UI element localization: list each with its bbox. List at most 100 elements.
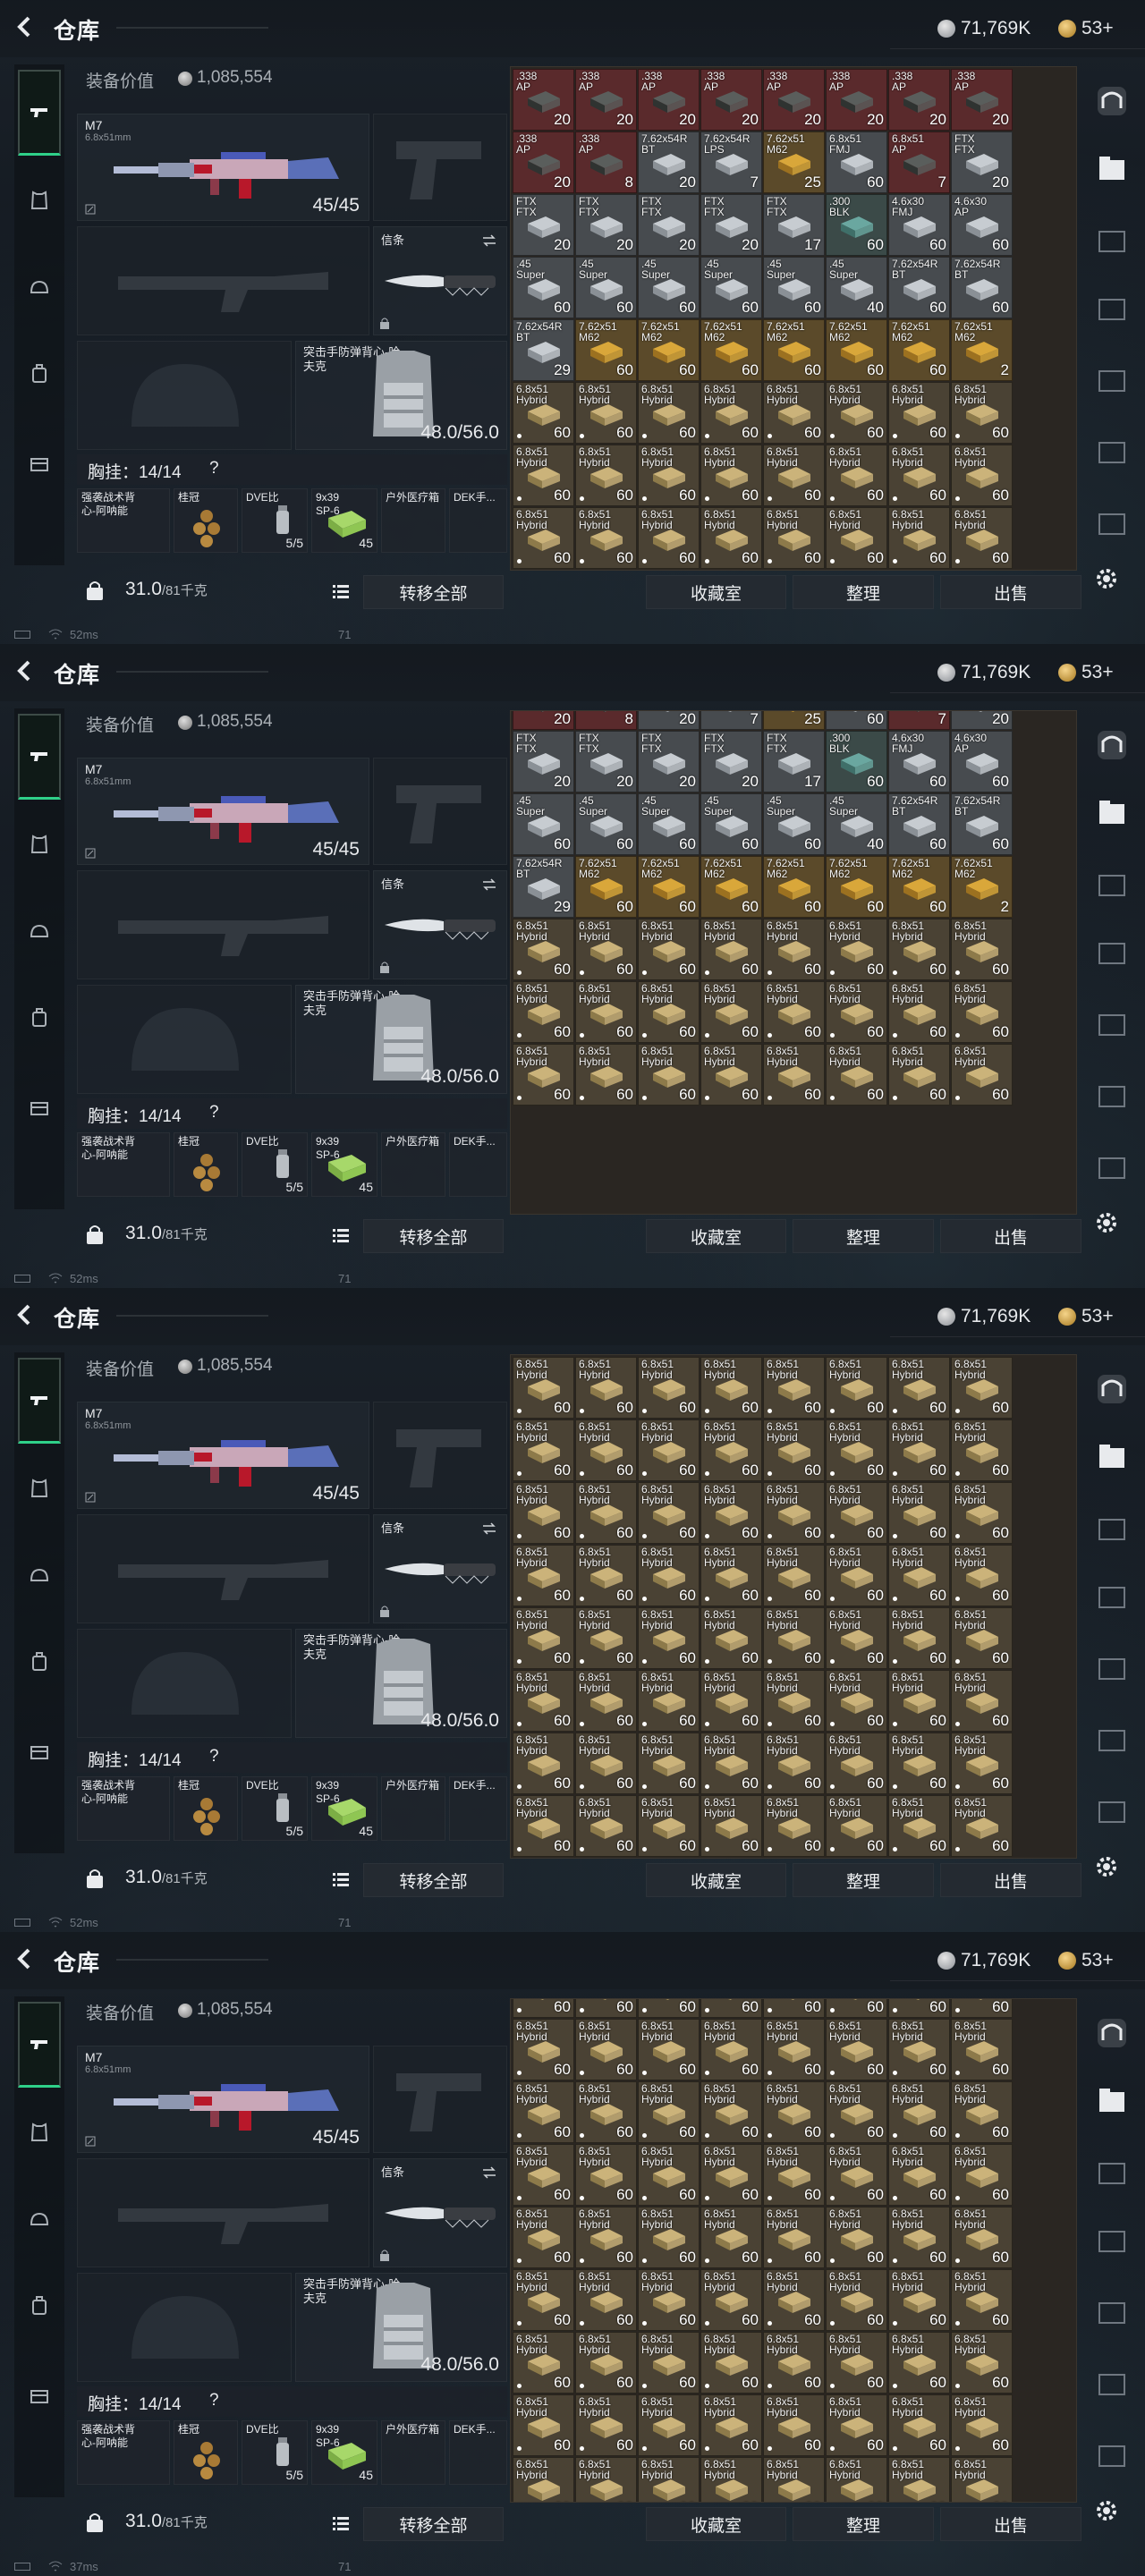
inventory-cell[interactable]: 6.8x51 Hybrid60 (513, 2144, 574, 2206)
nav-stash-tab-2[interactable] (1090, 147, 1134, 191)
inventory-cell[interactable]: 6.8x51 Hybrid60 (826, 1044, 887, 1106)
inventory-cell[interactable]: 6.8x51 Hybrid60 (763, 1482, 825, 1544)
inventory-cell[interactable]: 6.8x51 Hybrid60 (888, 2019, 950, 2080)
inventory-cell[interactable]: 6.8x51 Hybrid60 (638, 1419, 700, 1481)
inventory-cell[interactable]: FTX FTX20 (700, 731, 762, 792)
nav-storage[interactable] (18, 442, 61, 485)
inventory-cell[interactable]: 6.8x51 Hybrid60 (700, 1858, 762, 1859)
inventory-cell[interactable]: 6.8x51 Hybrid60 (951, 1607, 1013, 1669)
inventory-cell[interactable]: 6.8x51 Hybrid60 (513, 445, 574, 506)
nav-stash-tab-1[interactable] (1090, 2011, 1134, 2055)
inventory-cell[interactable]: .338 AP 20 (888, 69, 950, 131)
rig-slot[interactable]: DVE比 5/5 (242, 1776, 308, 1841)
inventory-cell[interactable]: 6.8x51 Hybrid60 (763, 1607, 825, 1669)
inventory-cell[interactable]: 6.8x51 Hybrid60 (951, 1670, 1013, 1732)
armor-slot[interactable]: 突击手防弹背心-哈夫克 48.0/56.0 (295, 985, 507, 1094)
inventory-cell[interactable]: 6.8x51 Hybrid60 (951, 445, 1013, 506)
nav-weapons[interactable] (18, 714, 61, 800)
nav-weapons[interactable] (18, 1358, 61, 1444)
secondary-weapon-slot[interactable] (77, 2158, 369, 2267)
inventory-cell[interactable]: 6.8x51 Hybrid60 (513, 1858, 574, 1859)
inventory-cell[interactable]: 6.8x51 Hybrid60 (951, 1419, 1013, 1481)
inventory-cell[interactable]: 6.8x51 Hybrid60 (763, 2269, 825, 2331)
inventory-cell[interactable]: 6.8x51 Hybrid60 (951, 2207, 1013, 2268)
inventory-cell[interactable]: 6.8x51 Hybrid60 (513, 1545, 574, 1606)
pistol-slot[interactable] (373, 758, 507, 865)
nav-helmet[interactable] (18, 2199, 61, 2241)
vault-button[interactable]: 收藏室 (646, 1863, 786, 1897)
inventory-cell[interactable]: 6.8x51 Hybrid60 (826, 445, 887, 506)
inventory-cell[interactable]: 6.8x51 Hybrid60 (888, 1733, 950, 1794)
inventory-cell[interactable]: 6.8x51 Hybrid60 (888, 382, 950, 444)
inventory-cell[interactable]: 7.62x51 M62 60 (826, 319, 887, 381)
inventory-cell[interactable]: 6.8x51 Hybrid60 (700, 507, 762, 569)
inventory-cell[interactable]: FTX FTX 17 (763, 194, 825, 256)
pistol-slot[interactable] (373, 114, 507, 221)
inventory-cell[interactable]: 6.8x51 Hybrid60 (638, 919, 700, 980)
inventory-cell[interactable]: 6.8x51 Hybrid60 (826, 507, 887, 569)
gold-balance[interactable]: 53+ (1058, 16, 1114, 41)
inventory-cell[interactable]: 4.6x30 AP 60 (951, 731, 1013, 792)
inventory-cell[interactable]: 6.8x51 Hybrid60 (763, 1733, 825, 1794)
inventory-cell[interactable]: 6.8x51 Hybrid60 (700, 445, 762, 506)
list-icon[interactable] (331, 2513, 351, 2533)
inventory-cell[interactable]: .45 Super 60 (700, 793, 762, 855)
rig-slot[interactable]: 强袭战术背心-阿呐能 (77, 1776, 170, 1841)
helmet-slot[interactable] (77, 341, 292, 450)
inventory-cell[interactable]: 6.8x51 Hybrid60 (700, 1545, 762, 1606)
inventory-cell[interactable]: 6.8x51 Hybrid60 (513, 2457, 574, 2502)
inventory-cell[interactable]: FTX FTX20 (951, 711, 1013, 730)
inventory-cell[interactable]: 6.8x51 Hybrid60 (575, 981, 637, 1043)
melee-slot[interactable]: 信条 (373, 870, 507, 979)
back-arrow-icon[interactable] (13, 1302, 38, 1327)
inventory-cell[interactable]: FTX FTX20 (638, 194, 700, 256)
inventory-cell[interactable]: 6.8x51 Hybrid60 (513, 2019, 574, 2080)
inventory-cell[interactable]: 6.8x51 Hybrid60 (575, 1419, 637, 1481)
inventory-cell[interactable]: 6.8x51 Hybrid60 (513, 2332, 574, 2394)
rig-slot[interactable]: 强袭战术背心-阿呐能 (77, 488, 170, 553)
inventory-cell[interactable]: .45 Super 40 (826, 793, 887, 855)
inventory-cell[interactable]: 6.8x51 Hybrid60 (700, 919, 762, 980)
inventory-cell[interactable]: 6.8x51 Hybrid60 (888, 1607, 950, 1669)
inventory-cell[interactable]: 6.8x51 Hybrid60 (763, 2207, 825, 2268)
inventory-cell[interactable]: 6.8x51 Hybrid60 (575, 2394, 637, 2456)
secondary-weapon-slot[interactable] (77, 226, 369, 335)
inventory-cell[interactable]: 6.8x51 Hybrid60 (763, 919, 825, 980)
inventory-cell[interactable]: 6.8x51 Hybrid60 (951, 919, 1013, 980)
inventory-cell[interactable]: 6.8x51 Hybrid60 (888, 2207, 950, 2268)
inventory-cell[interactable]: 6.8x51 Hybrid60 (638, 1357, 700, 1419)
inventory-cell[interactable]: 6.8x51 Hybrid60 (826, 981, 887, 1043)
inventory-cell[interactable]: 6.8x51 Hybrid60 (700, 382, 762, 444)
inventory-cell[interactable]: 7.62x54R BT 60 (951, 257, 1013, 318)
list-icon[interactable] (331, 1225, 351, 1245)
inventory-cell[interactable]: 4.6x30 FMJ 60 (888, 731, 950, 792)
inventory-cell[interactable]: 6.8x51 Hybrid60 (575, 1357, 637, 1419)
inventory-cell[interactable]: 6.8x51 Hybrid60 (763, 2144, 825, 2206)
inventory-cell[interactable]: .338 AP 20 (951, 69, 1013, 131)
inventory-cell[interactable]: 7.62x51 M62 60 (700, 319, 762, 381)
nav-weapons[interactable] (18, 70, 61, 156)
primary-weapon-slot[interactable]: M7 6.8x51mm 45/45 (77, 114, 369, 221)
nav-stash-tab-1[interactable] (1090, 79, 1134, 123)
inventory-cell[interactable]: 6.8x51 Hybrid60 (763, 1419, 825, 1481)
rig-slot[interactable]: 户外医疗箱 (381, 2420, 445, 2485)
rig-slot[interactable]: 9x39 SP-6 45 (311, 1776, 377, 1841)
nav-stash-tab-7[interactable] (1090, 1789, 1134, 1834)
inventory-cell[interactable]: 6.8x51 Hybrid60 (513, 2207, 574, 2268)
inventory-cell[interactable]: 6.8x51 Hybrid60 (700, 2207, 762, 2268)
inventory-cell[interactable]: 6.8x51 Hybrid60 (700, 2269, 762, 2331)
pistol-slot[interactable] (373, 1402, 507, 1509)
vault-button[interactable]: 收藏室 (646, 2507, 786, 2541)
inventory-cell[interactable]: 6.8x51 Hybrid60 (888, 507, 950, 569)
inventory-cell[interactable]: 6.8x51 Hybrid60 (826, 2394, 887, 2456)
rig-slot[interactable]: 桂冠 (174, 2420, 238, 2485)
inventory-cell[interactable]: 6.8x51 Hybrid60 (513, 2269, 574, 2331)
inventory-cell[interactable]: 6.8x51 Hybrid60 (951, 2081, 1013, 2143)
inventory-cell[interactable]: 6.8x51 Hybrid60 (763, 1357, 825, 1419)
inventory-cell[interactable]: 6.8x51 Hybrid60 (763, 2019, 825, 2080)
inventory-cell[interactable]: 6.8x51 Hybrid60 (826, 919, 887, 980)
inventory-cell[interactable]: .45 Super 60 (700, 257, 762, 318)
rig-slot[interactable]: DEK手... (449, 1132, 507, 1197)
inventory-cell[interactable]: 6.8x51 Hybrid60 (700, 2081, 762, 2143)
inventory-cell[interactable]: 6.8x51 Hybrid60 (951, 2269, 1013, 2331)
